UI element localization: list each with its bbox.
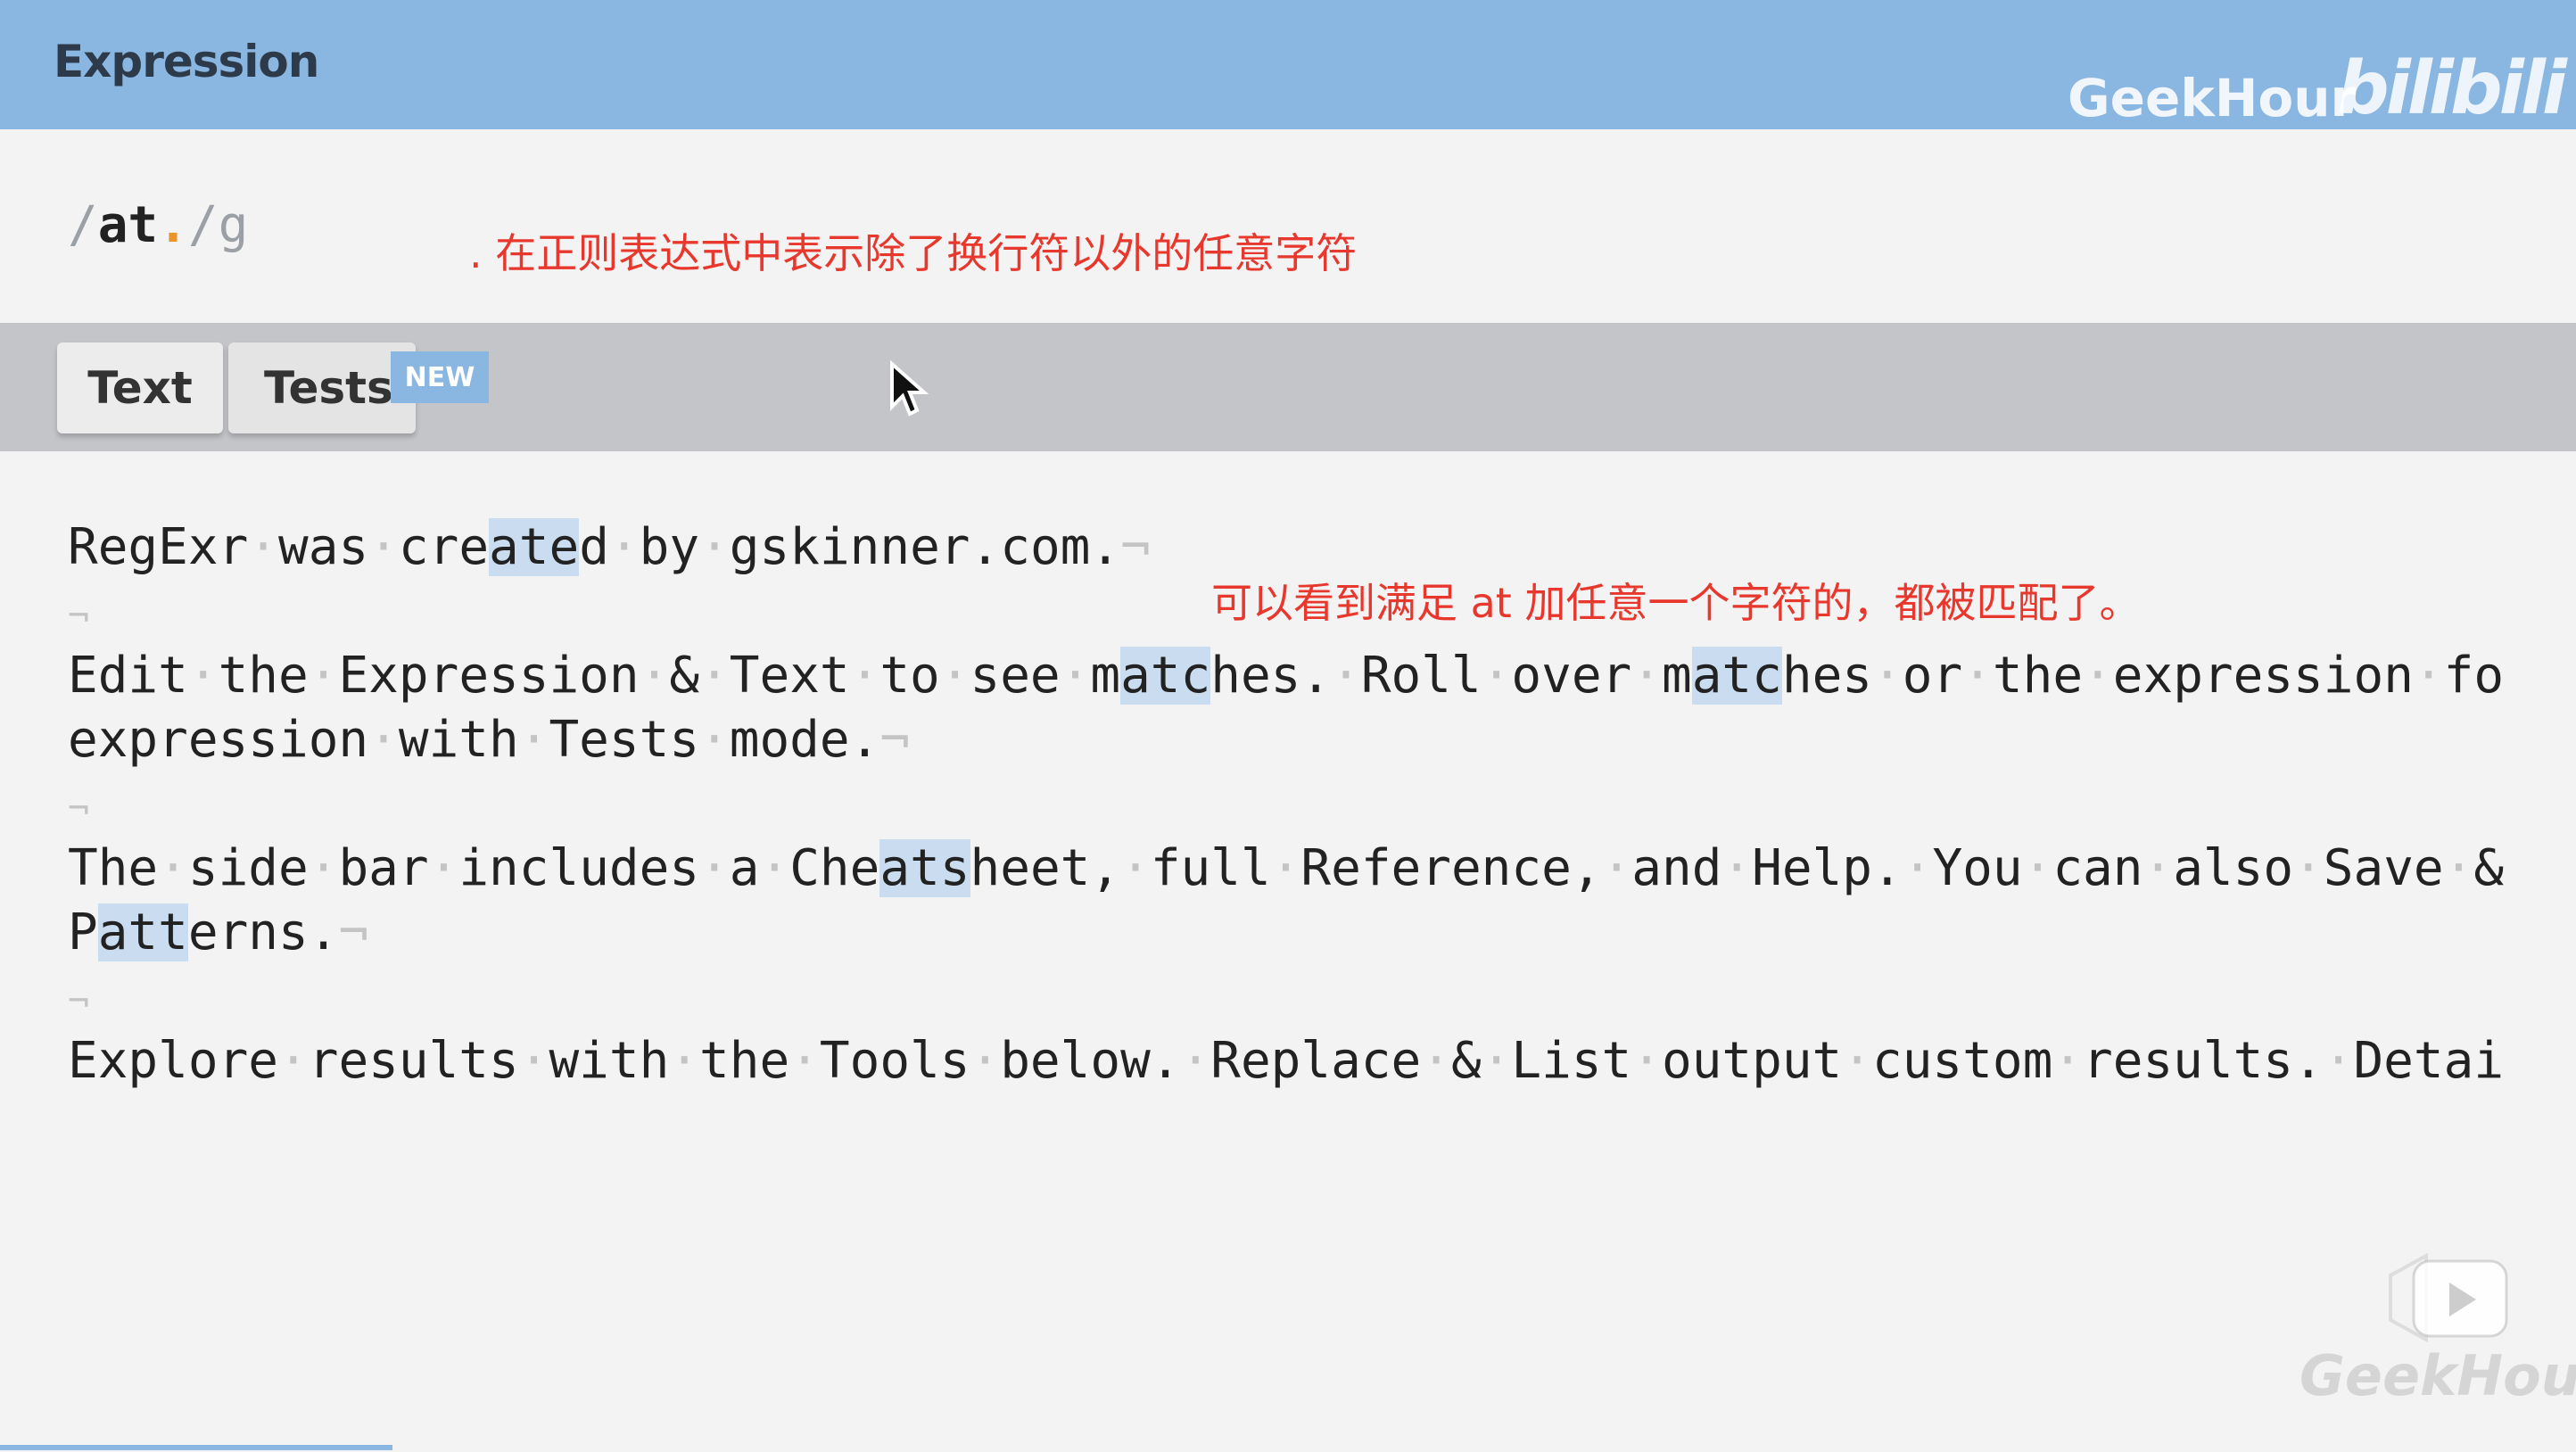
expression-dot-token: . [158, 196, 188, 254]
progress-bar [0, 1445, 392, 1450]
text-line-5[interactable]: Patterns.¬ [68, 901, 368, 965]
expression-close-delimiter: / [187, 196, 219, 254]
expression-open-delimiter: / [68, 196, 98, 254]
expression-literal: at [97, 196, 159, 254]
expression-input[interactable]: /at./g [68, 196, 248, 254]
brand-watermark: GeekHour [2068, 68, 2357, 128]
dot-annotation: . 在正则表达式中表示除了换行符以外的任意字符 [469, 229, 1358, 277]
expression-header: Expression GeekHour bilibili [0, 0, 2576, 131]
bilibili-logo: bilibili [2337, 46, 2567, 131]
text-line-3[interactable]: expression·with·Tests·mode.¬ [68, 708, 910, 772]
empty-line-marker: ¬ [68, 596, 90, 637]
text-line-1[interactable]: RegExr·was·created·by·gskinner.com.¬ [68, 516, 1151, 580]
play-icon [2389, 1252, 2508, 1343]
empty-line-marker: ¬ [68, 788, 90, 829]
empty-line-marker: ¬ [68, 981, 90, 1022]
text-line-2[interactable]: Edit·the·Expression·&·Text·to·see·matche… [68, 644, 2504, 708]
new-badge: NEW [391, 351, 489, 403]
geekhour-watermark: GeekHour [2299, 1343, 2576, 1408]
text-line-6[interactable]: Explore·results·with·the·Tools·below.·Re… [68, 1029, 2504, 1093]
expression-flags[interactable]: g [219, 196, 249, 254]
match-annotation: 可以看到满足 at 加任意一个字符的，都被匹配了。 [1211, 579, 2141, 627]
tab-text[interactable]: Text [57, 342, 223, 433]
tab-tests[interactable]: Tests [228, 342, 416, 433]
text-line-4[interactable]: The·side·bar·includes·a·Cheatsheet,·full… [68, 837, 2504, 901]
header-title: Expression [54, 36, 319, 87]
mouse-cursor-icon [890, 360, 929, 417]
